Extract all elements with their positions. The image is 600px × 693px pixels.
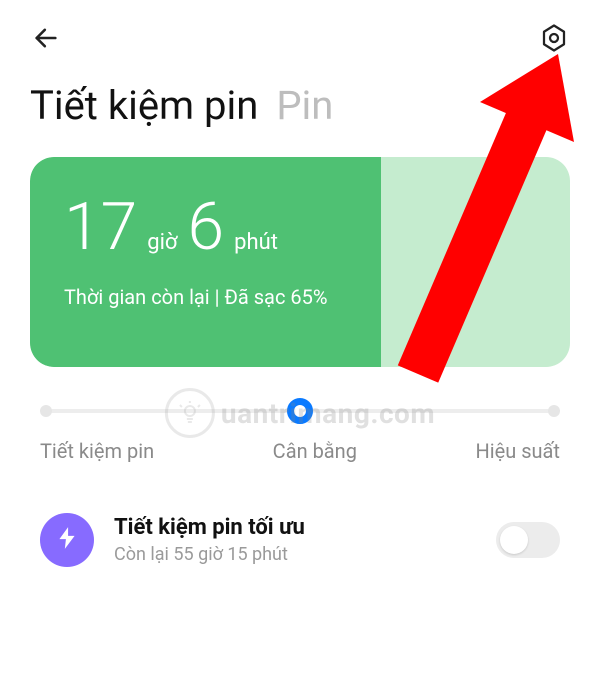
slider-labels: Tiết kiệm pin Cân bằng Hiệu suất bbox=[40, 439, 560, 463]
toggle-knob bbox=[500, 526, 528, 554]
tab-battery[interactable]: Pin bbox=[276, 82, 333, 129]
optimal-saver-row: Tiết kiệm pin tối ưu Còn lại 55 giờ 15 p… bbox=[0, 463, 600, 567]
optimal-saver-toggle[interactable] bbox=[496, 522, 560, 558]
slider-label-performance: Hiệu suất bbox=[475, 439, 560, 463]
minutes-unit: phút bbox=[234, 230, 278, 255]
settings-button[interactable] bbox=[534, 20, 574, 60]
tab-battery-saver[interactable]: Tiết kiệm pin bbox=[30, 82, 258, 129]
minutes-value: 6 bbox=[188, 195, 225, 261]
slider-tick-left bbox=[40, 405, 52, 417]
slider-thumb[interactable] bbox=[287, 398, 313, 424]
gear-icon bbox=[539, 23, 569, 57]
optimal-saver-title: Tiết kiệm pin tối ưu bbox=[114, 515, 476, 540]
arrow-left-icon bbox=[32, 24, 60, 56]
back-button[interactable] bbox=[26, 20, 66, 60]
bolt-icon-badge bbox=[40, 513, 94, 567]
battery-status-text: Thời gian còn lại | Đã sạc 65% bbox=[64, 285, 536, 309]
slider-label-balanced: Cân bằng bbox=[273, 439, 357, 463]
remaining-time: 17 giờ 6 phút bbox=[64, 195, 536, 261]
bolt-icon bbox=[54, 525, 80, 555]
optimal-saver-subtitle: Còn lại 55 giờ 15 phút bbox=[114, 544, 476, 565]
hours-unit: giờ bbox=[147, 230, 177, 255]
slider-tick-right bbox=[548, 405, 560, 417]
performance-slider[interactable] bbox=[40, 403, 560, 419]
slider-label-saver: Tiết kiệm pin bbox=[40, 439, 154, 463]
battery-remaining-card[interactable]: 17 giờ 6 phút Thời gian còn lại | Đã sạc… bbox=[30, 157, 570, 367]
page-tabs: Tiết kiệm pin Pin bbox=[0, 72, 600, 157]
hours-value: 17 bbox=[64, 195, 137, 261]
